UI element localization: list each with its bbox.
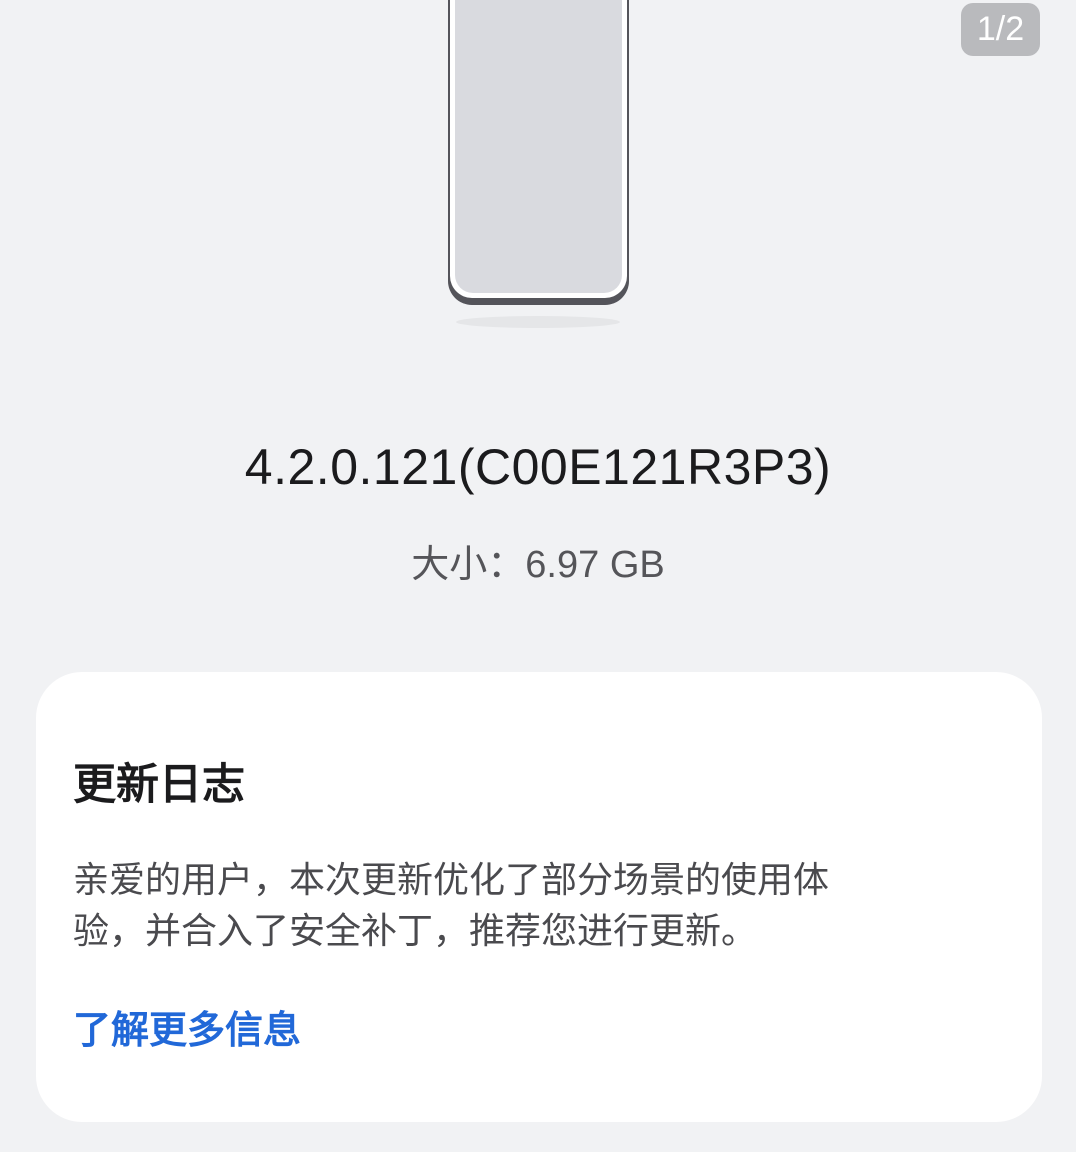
changelog-body-line: 验，并合入了安全补丁，推荐您进行更新。	[73, 911, 758, 952]
changelog-body: 亲爱的用户，本次更新优化了部分场景的使用体 验，并合入了安全补丁，推荐您进行更新…	[73, 855, 953, 957]
size-label: 大小：	[411, 542, 526, 586]
phone-shadow	[456, 316, 620, 328]
update-size: 大小：6.97 GB	[0, 533, 1076, 588]
phone-illustration	[448, 0, 629, 328]
changelog-card: 更新日志 亲爱的用户，本次更新优化了部分场景的使用体 验，并合入了安全补丁，推荐…	[36, 672, 1042, 1122]
size-value: 6.97 GB	[525, 544, 665, 586]
phone-screen	[455, 0, 622, 293]
page-indicator: 1/2	[961, 3, 1040, 56]
learn-more-link[interactable]: 了解更多信息	[73, 999, 301, 1054]
changelog-body-line: 亲爱的用户，本次更新优化了部分场景的使用体	[73, 860, 830, 901]
changelog-title: 更新日志	[73, 760, 245, 810]
version-number: 4.2.0.121(C00E121R3P3)	[244, 439, 832, 495]
